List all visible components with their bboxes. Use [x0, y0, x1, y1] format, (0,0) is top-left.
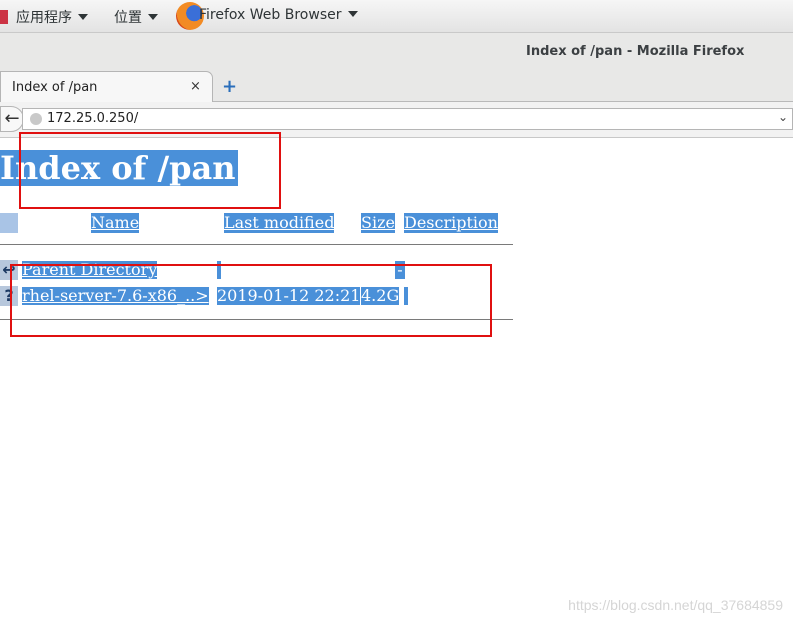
- applications-label: 应用程序: [16, 10, 72, 26]
- app-menu-label: Firefox Web Browser: [199, 7, 342, 23]
- places-menu[interactable]: 位置: [114, 7, 158, 27]
- column-header-description[interactable]: Description: [404, 213, 498, 233]
- column-header-name[interactable]: Name: [91, 213, 140, 233]
- window-title: Index of /pan - Mozilla Firefox: [526, 44, 745, 59]
- app-menu[interactable]: Firefox Web Browser: [199, 7, 358, 23]
- url-text: 172.25.0.250/: [47, 111, 139, 126]
- tab-index-of-pan[interactable]: Index of /pan ×: [0, 71, 213, 103]
- close-icon[interactable]: ×: [190, 79, 201, 94]
- chevron-down-icon: [78, 14, 88, 20]
- blank-header-icon: [0, 213, 18, 233]
- chevron-down-icon: [148, 14, 158, 20]
- divider: [0, 244, 513, 245]
- chevron-down-icon[interactable]: ⌄: [778, 110, 788, 124]
- tab-strip: Index of /pan ×: [0, 70, 793, 103]
- tab-label: Index of /pan: [12, 80, 98, 95]
- gnome-foot-icon: [0, 10, 8, 24]
- applications-menu[interactable]: 应用程序: [0, 7, 88, 27]
- window-titlebar[interactable]: Index of /pan - Mozilla Firefox: [0, 33, 793, 70]
- column-header-last-modified[interactable]: Last modified: [224, 213, 335, 233]
- gnome-top-bar: 应用程序 位置 Firefox Web Browser: [0, 0, 793, 33]
- new-tab-button[interactable]: +: [222, 76, 237, 97]
- annotation-box-heading: [19, 132, 281, 209]
- annotation-box-files: [10, 264, 492, 337]
- column-header-size[interactable]: Size: [361, 213, 395, 233]
- chevron-down-icon: [347, 11, 358, 17]
- page-content: Index of /pan Name Last modified Size De…: [0, 132, 793, 622]
- watermark: https://blog.csdn.net/qq_37684859: [568, 597, 783, 613]
- globe-icon: [30, 113, 42, 125]
- places-label: 位置: [114, 10, 142, 26]
- url-bar[interactable]: 172.25.0.250/ ⌄: [22, 108, 793, 130]
